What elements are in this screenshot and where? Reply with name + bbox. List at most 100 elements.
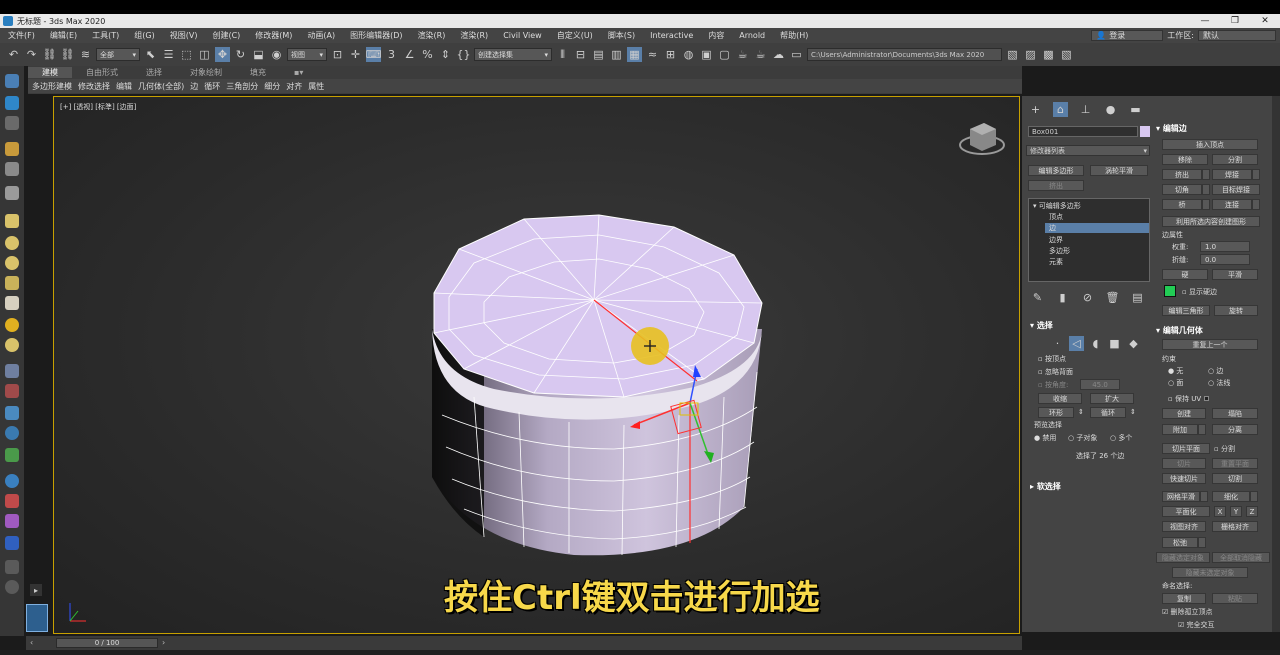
create-shape-button[interactable]: 利用所选内容创建图形 — [1162, 216, 1260, 227]
bind-space-warp-icon[interactable]: ≋ — [78, 47, 93, 62]
ribbon-edges[interactable]: 边 — [190, 81, 198, 92]
toggle-ribbon-icon[interactable]: ▦ — [627, 47, 642, 62]
stack-item-element[interactable]: 元素 — [1049, 257, 1063, 267]
ribbon-subdivision[interactable]: 细分 — [264, 81, 280, 92]
place-icon[interactable]: ◉ — [269, 47, 284, 62]
motion-tab-icon[interactable]: ● — [1103, 102, 1118, 117]
by-angle-checkbox[interactable]: ▫ 按角度: — [1038, 380, 1068, 390]
rotate-icon[interactable]: ↻ — [233, 47, 248, 62]
tessellate-settings-button[interactable] — [1250, 491, 1258, 502]
view-align-button[interactable]: 视图对齐 — [1162, 521, 1206, 532]
make-planar-button[interactable]: 平面化 — [1162, 506, 1210, 517]
scale-icon[interactable]: ⬓ — [251, 47, 266, 62]
ribbon-poly-modeling[interactable]: 多边形建模 — [32, 81, 72, 92]
soft-selection-rollout-header[interactable]: ▸ 软选择 — [1030, 481, 1061, 492]
geosphere-icon[interactable] — [5, 256, 19, 270]
split-button[interactable]: 分割 — [1212, 154, 1258, 165]
rendered-frame-window-icon[interactable]: ▢ — [717, 47, 732, 62]
attach-list-button[interactable] — [1198, 424, 1206, 435]
toggle-layer-explorer-icon[interactable]: ▥ — [609, 47, 624, 62]
menu-civil-view[interactable]: Civil View — [495, 31, 549, 40]
planar-y-button[interactable]: Y — [1230, 506, 1242, 517]
menu-customize[interactable]: 自定义(U) — [549, 30, 600, 41]
project-path-field[interactable]: C:\Users\Administrator\Documents\3ds Max… — [807, 48, 1002, 61]
collapse-button[interactable]: 塌陷 — [1212, 408, 1258, 419]
grow-button[interactable]: 扩大 — [1090, 393, 1134, 404]
constraint-normal-radio[interactable]: ○ 法线 — [1208, 378, 1230, 388]
select-manipulate-icon[interactable]: ✛ — [348, 47, 363, 62]
bridge-settings-button[interactable] — [1202, 199, 1210, 210]
full-interactivity-checkbox[interactable]: ☑ 完全交互 — [1178, 620, 1215, 630]
ribbon-geometry-all[interactable]: 几何体(全部) — [138, 81, 184, 92]
display-tab-icon[interactable]: ▬ — [1128, 102, 1143, 117]
curve-editor-icon[interactable]: ≈ — [645, 47, 660, 62]
toggle-scene-explorer-icon[interactable]: ▤ — [591, 47, 606, 62]
modify-tab-icon[interactable]: ⌂ — [1053, 102, 1068, 117]
camera-icon[interactable] — [5, 96, 19, 110]
render-production-icon[interactable]: ☕ — [735, 47, 750, 62]
smooth-button[interactable]: 平滑 — [1212, 269, 1258, 280]
menu-help[interactable]: 帮助(H) — [772, 30, 815, 41]
ignore-backface-checkbox[interactable]: ▫ 忽略背面 — [1038, 367, 1073, 377]
delete-isolated-checkbox[interactable]: ☑ 删除孤立顶点 — [1162, 607, 1213, 617]
menu-edit[interactable]: 编辑(E) — [42, 30, 84, 41]
motion-icon[interactable] — [5, 186, 19, 200]
planar-x-button[interactable]: X — [1214, 506, 1226, 517]
ribbon-properties[interactable]: 属性 — [308, 81, 324, 92]
next-frame-icon[interactable]: › — [162, 638, 165, 647]
viewcube-icon[interactable] — [959, 123, 1005, 155]
stack-item-edge[interactable]: 边 — [1045, 223, 1149, 233]
preview-multi-radio[interactable]: ○ 多个 — [1110, 433, 1132, 443]
render-sphere-icon[interactable] — [5, 474, 19, 488]
project-folder-icon[interactable]: ▧ — [1005, 47, 1020, 62]
reset-plane-button[interactable]: 重置平面 — [1212, 458, 1258, 469]
edit-named-selection-icon[interactable]: {} — [456, 47, 471, 62]
relax-button[interactable]: 松弛 — [1162, 537, 1198, 548]
preserve-uvs-checkbox[interactable]: ▫ 保持 UV — [1168, 394, 1210, 404]
preview-disabled-radio[interactable]: ● 禁用 — [1034, 433, 1056, 443]
hard-edge-color-swatch[interactable] — [1164, 285, 1176, 297]
menu-views[interactable]: 视图(V) — [162, 30, 205, 41]
selection-rollout-header[interactable]: ▾ 选择 — [1030, 320, 1053, 331]
restore-button[interactable]: ❐ — [1220, 16, 1250, 26]
unhide-all-button[interactable]: 全部取消隐藏 — [1212, 552, 1270, 563]
make-unique-icon[interactable]: ⊘ — [1080, 290, 1095, 305]
material-editor-icon[interactable]: ◍ — [681, 47, 696, 62]
render-setup-icon[interactable]: ▣ — [699, 47, 714, 62]
menu-scripting[interactable]: 脚本(S) — [600, 30, 642, 41]
border-mode-icon[interactable]: ◖ — [1088, 336, 1103, 351]
remove-button[interactable]: 移除 — [1162, 154, 1208, 165]
tool-icon[interactable] — [5, 384, 19, 398]
preview-subobject-radio[interactable]: ○ 子对象 — [1068, 433, 1097, 443]
polygon-mode-icon[interactable]: ■ — [1107, 336, 1122, 351]
hierarchy-icon[interactable] — [5, 162, 19, 176]
minimize-button[interactable]: — — [1190, 16, 1220, 26]
ring-button[interactable]: 环形 — [1038, 407, 1074, 418]
spinner-snap-icon[interactable]: ⇕ — [438, 47, 453, 62]
split-checkbox[interactable]: ▫ 分割 — [1214, 444, 1235, 454]
help-icon[interactable] — [5, 580, 19, 594]
menu-modifiers[interactable]: 修改器(M) — [247, 30, 299, 41]
window-crossing-icon[interactable]: ◫ — [197, 47, 212, 62]
redo-icon[interactable]: ↷ — [24, 47, 39, 62]
material-icon[interactable] — [5, 514, 19, 528]
light-icon[interactable] — [5, 142, 19, 156]
object-name-field[interactable]: Box001 — [1028, 126, 1138, 137]
quickslice-button[interactable]: 快速切片 — [1162, 473, 1206, 484]
angle-snap-icon[interactable]: ∠ — [402, 47, 417, 62]
attach-button[interactable]: 附加 — [1162, 424, 1198, 435]
time-slider[interactable]: 0 / 100 — [56, 638, 158, 648]
by-vertex-checkbox[interactable]: ▫ 按顶点 — [1038, 354, 1066, 364]
remove-modifier-icon[interactable]: 🗑 — [1105, 290, 1120, 305]
ribbon-align[interactable]: 对齐 — [286, 81, 302, 92]
ribbon-tab-freeform[interactable]: 自由形式 — [72, 67, 132, 78]
link-icon[interactable]: ⛓ — [42, 47, 57, 62]
menu-file[interactable]: 文件(F) — [0, 30, 42, 41]
sphere-icon[interactable] — [5, 236, 19, 250]
menu-tools[interactable]: 工具(T) — [84, 30, 126, 41]
edit-geometry-rollout-header[interactable]: ▾ 编辑几何体 — [1156, 325, 1203, 336]
slice-button[interactable]: 切片 — [1162, 458, 1206, 469]
grid-icon[interactable] — [5, 116, 19, 130]
menu-content[interactable]: 内容 — [700, 30, 731, 41]
cone-icon[interactable] — [5, 296, 19, 310]
